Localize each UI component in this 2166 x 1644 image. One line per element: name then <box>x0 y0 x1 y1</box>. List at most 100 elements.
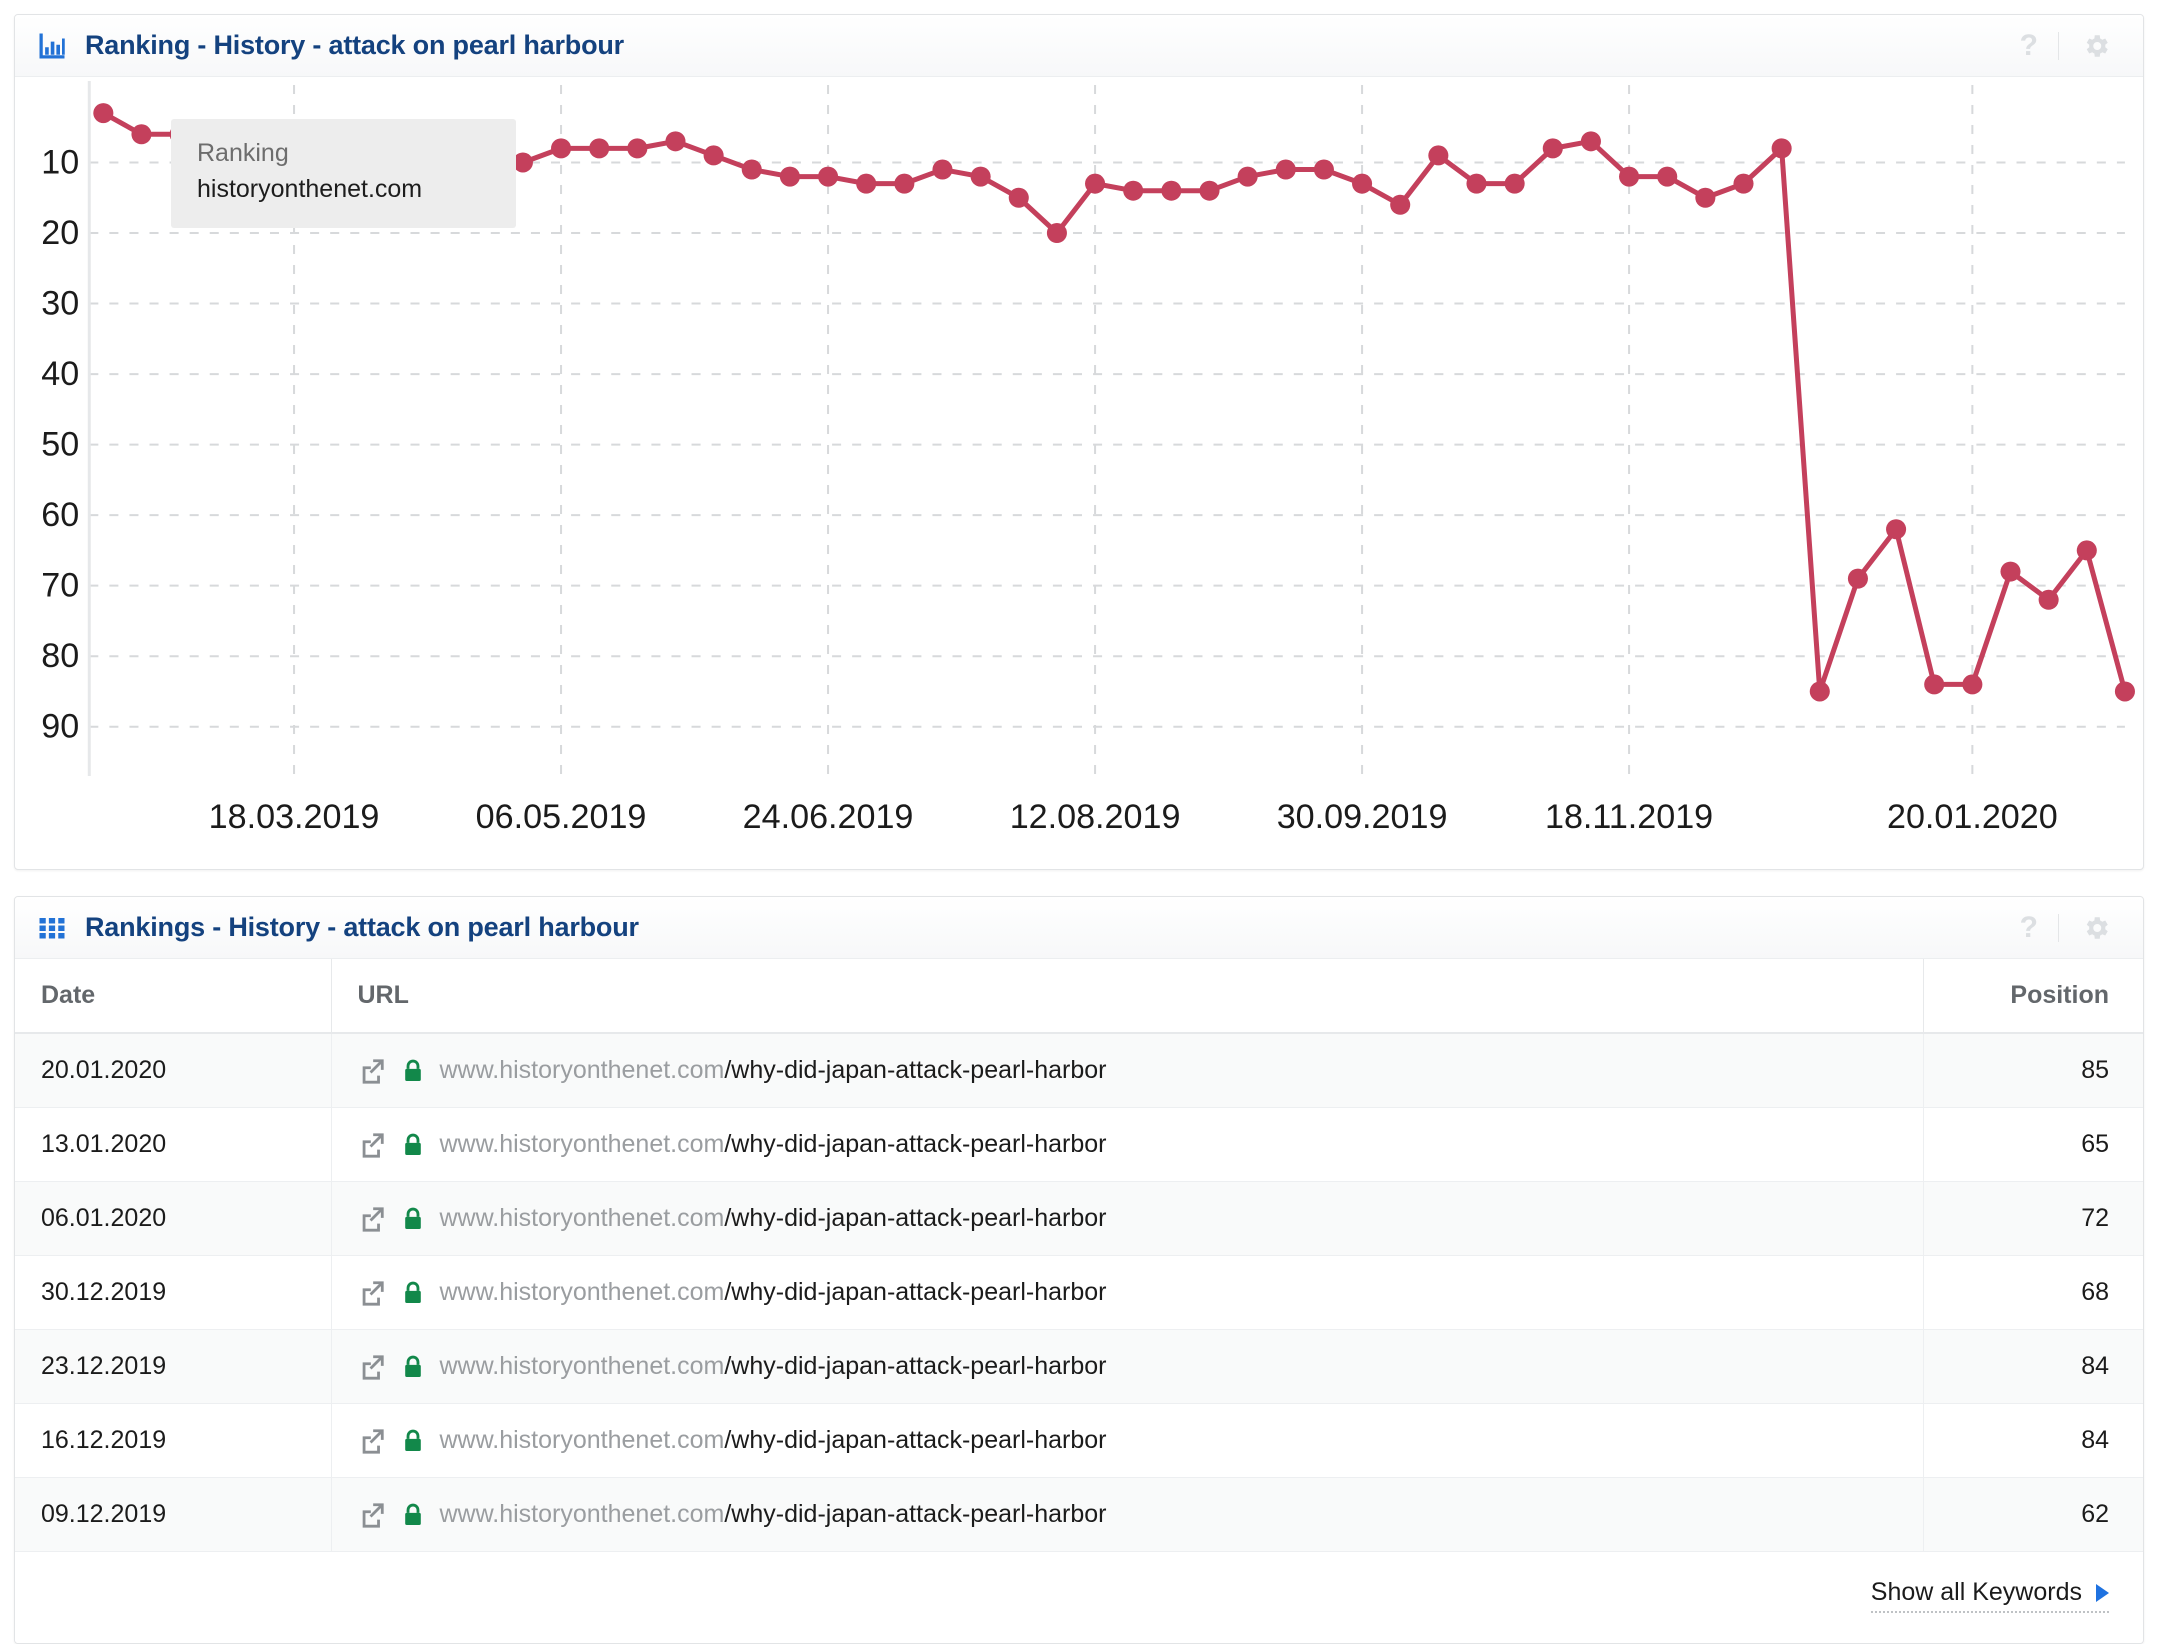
url-label[interactable]: www.historyonthenet.com/why-did-japan-at… <box>440 1500 1107 1529</box>
series-data-point[interactable] <box>1237 166 1258 187</box>
series-data-point[interactable] <box>894 173 915 194</box>
series-data-point[interactable] <box>1123 180 1144 201</box>
url-label[interactable]: www.historyonthenet.com/why-did-japan-at… <box>440 1426 1107 1455</box>
series-data-point[interactable] <box>1542 138 1563 159</box>
external-link-icon[interactable] <box>358 1205 386 1233</box>
series-data-point[interactable] <box>1771 138 1792 159</box>
series-data-point[interactable] <box>665 131 686 152</box>
lock-icon <box>400 1428 426 1454</box>
series-data-point[interactable] <box>932 159 953 180</box>
help-icon[interactable]: ? <box>2000 30 2058 61</box>
show-all-keywords-link[interactable]: Show all Keywords <box>1870 1578 2109 1613</box>
table-body: 20.01.2020 www.historyonthenet.com/why-di… <box>15 1033 2143 1552</box>
chart-panel-header: Ranking - History - attack on pearl harb… <box>15 15 2143 77</box>
column-header-position[interactable]: Position <box>1923 959 2143 1034</box>
external-link-icon[interactable] <box>358 1353 386 1381</box>
series-data-point[interactable] <box>1428 145 1449 166</box>
series-data-point[interactable] <box>1580 131 1601 152</box>
table-row[interactable]: 13.01.2020 www.historyonthenet.com/why-di… <box>15 1107 2143 1182</box>
series-data-point[interactable] <box>818 166 839 187</box>
series-data-point[interactable] <box>2000 561 2021 582</box>
series-data-point[interactable] <box>2076 540 2097 561</box>
x-axis-tick-label: 18.11.2019 <box>1545 798 1713 836</box>
bar-chart-icon <box>37 31 67 61</box>
series-data-point[interactable] <box>1504 173 1525 194</box>
external-link-icon[interactable] <box>358 1427 386 1455</box>
series-data-point[interactable] <box>1085 173 1106 194</box>
external-link-icon[interactable] <box>358 1131 386 1159</box>
series-data-point[interactable] <box>1924 674 1945 695</box>
y-axis-tick-label: 50 <box>41 426 79 464</box>
series-data-point[interactable] <box>1046 223 1067 244</box>
series-data-point[interactable] <box>131 124 152 145</box>
external-link-icon[interactable] <box>358 1501 386 1529</box>
external-link-icon[interactable] <box>358 1057 386 1085</box>
y-axis-tick-label: 90 <box>41 708 79 746</box>
cell-date: 09.12.2019 <box>15 1477 332 1552</box>
series-data-point[interactable] <box>1161 180 1182 201</box>
cell-position: 65 <box>1923 1107 2143 1182</box>
cell-url: www.historyonthenet.com/why-did-japan-at… <box>331 1181 1924 1256</box>
series-data-point[interactable] <box>1619 166 1640 187</box>
external-link-icon[interactable] <box>358 1279 386 1307</box>
series-data-point[interactable] <box>1962 674 1983 695</box>
cell-position: 85 <box>1923 1033 2143 1108</box>
lock-icon <box>400 1058 426 1084</box>
column-header-url[interactable]: URL <box>331 959 1924 1034</box>
series-data-point[interactable] <box>1657 166 1678 187</box>
help-icon[interactable]: ? <box>2000 912 2058 943</box>
series-data-point[interactable] <box>1847 568 1868 589</box>
series-data-point[interactable] <box>1199 180 1220 201</box>
url-label[interactable]: www.historyonthenet.com/why-did-japan-at… <box>440 1278 1107 1307</box>
y-axis-tick-label: 30 <box>41 285 79 323</box>
lock-icon <box>400 1354 426 1380</box>
series-data-point[interactable] <box>1275 159 1296 180</box>
rankings-table: Date URL Position 20.01.2020 www.historyo… <box>15 959 2143 1552</box>
series-data-point[interactable] <box>93 103 114 124</box>
series-data-point[interactable] <box>703 145 724 166</box>
series-data-point[interactable] <box>589 138 610 159</box>
series-data-point[interactable] <box>2114 681 2135 702</box>
series-data-point[interactable] <box>551 138 572 159</box>
url-label[interactable]: www.historyonthenet.com/why-did-japan-at… <box>440 1056 1107 1085</box>
gear-icon[interactable] <box>2059 913 2117 943</box>
url-domain: www.historyonthenet.com <box>439 1352 725 1380</box>
series-data-point[interactable] <box>1352 173 1373 194</box>
series-data-point[interactable] <box>1008 187 1029 208</box>
url-label[interactable]: www.historyonthenet.com/why-did-japan-at… <box>440 1204 1107 1233</box>
x-axis-tick-label: 20.01.2020 <box>1887 798 2058 836</box>
cell-url: www.historyonthenet.com/why-did-japan-at… <box>331 1477 1924 1552</box>
table-row[interactable]: 16.12.2019 www.historyonthenet.com/why-di… <box>15 1403 2143 1478</box>
rankings-history-table-panel: Rankings - History - attack on pearl har… <box>14 896 2144 1644</box>
series-data-point[interactable] <box>1466 173 1487 194</box>
series-data-point[interactable] <box>856 173 877 194</box>
y-axis-tick-label: 10 <box>41 144 79 182</box>
url-label[interactable]: www.historyonthenet.com/why-did-japan-at… <box>440 1130 1107 1159</box>
series-data-point[interactable] <box>1809 681 1830 702</box>
cell-date: 20.01.2020 <box>15 1033 332 1108</box>
table-row[interactable]: 23.12.2019 www.historyonthenet.com/why-di… <box>15 1329 2143 1404</box>
series-data-point[interactable] <box>627 138 648 159</box>
series-data-point[interactable] <box>779 166 800 187</box>
series-data-point[interactable] <box>741 159 762 180</box>
table-row[interactable]: 20.01.2020 www.historyonthenet.com/why-di… <box>15 1033 2143 1108</box>
table-row[interactable]: 09.12.2019 www.historyonthenet.com/why-di… <box>15 1477 2143 1552</box>
series-data-point[interactable] <box>1695 187 1716 208</box>
x-axis-tick-label: 18.03.2019 <box>209 798 380 836</box>
column-header-date[interactable]: Date <box>15 959 332 1034</box>
table-row[interactable]: 30.12.2019 www.historyonthenet.com/why-di… <box>15 1255 2143 1330</box>
series-data-point[interactable] <box>2038 589 2059 610</box>
gear-icon[interactable] <box>2059 31 2117 61</box>
url-domain: www.historyonthenet.com <box>439 1056 725 1084</box>
table-row[interactable]: 06.01.2020 www.historyonthenet.com/why-di… <box>15 1181 2143 1256</box>
series-data-point[interactable] <box>1886 519 1907 540</box>
series-data-point[interactable] <box>970 166 991 187</box>
url-label[interactable]: www.historyonthenet.com/why-did-japan-at… <box>440 1352 1107 1381</box>
series-data-point[interactable] <box>1313 159 1334 180</box>
url-domain: www.historyonthenet.com <box>439 1426 725 1454</box>
lock-icon <box>400 1132 426 1158</box>
url-path: /why-did-japan-attack-pearl-harbor <box>724 1352 1107 1380</box>
url-domain: www.historyonthenet.com <box>439 1204 725 1232</box>
series-data-point[interactable] <box>1390 194 1411 215</box>
series-data-point[interactable] <box>1733 173 1754 194</box>
